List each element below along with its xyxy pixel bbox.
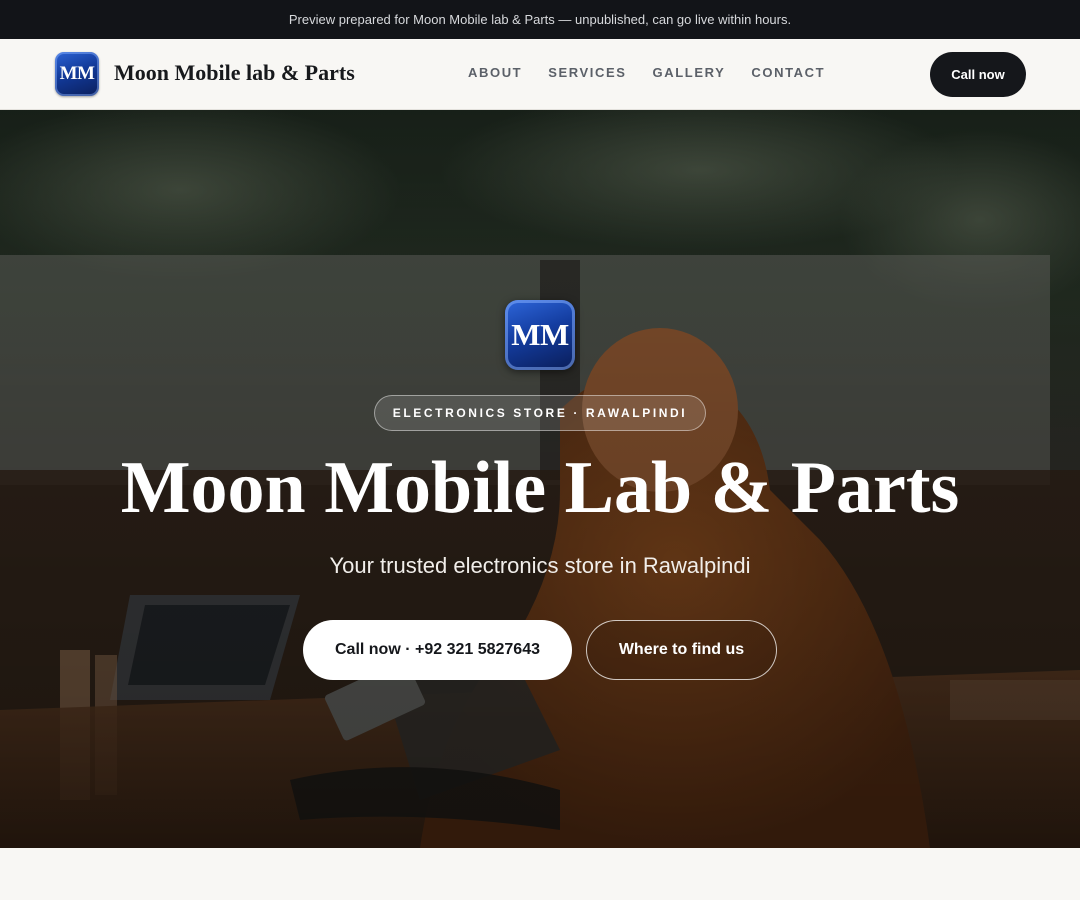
hero-call-now-button[interactable]: Call now · +92 321 5827643	[303, 620, 572, 680]
hero-section: MM ELECTRONICS STORE · RAWALPINDI Moon M…	[0, 110, 1080, 848]
hero-badge: ELECTRONICS STORE · RAWALPINDI	[374, 395, 706, 431]
hero-logo-text: MM	[511, 317, 569, 352]
brand-logo-icon[interactable]: MM	[55, 52, 99, 96]
header-call-now-button[interactable]: Call now	[930, 52, 1026, 97]
announcement-text: Preview prepared for Moon Mobile lab & P…	[288, 12, 792, 27]
hero-subtitle: Your trusted electronics store in Rawalp…	[329, 553, 751, 578]
hero-logo-icon: MM	[505, 300, 575, 370]
nav-link-services[interactable]: SERVICES	[548, 65, 626, 80]
nav-link-gallery[interactable]: GALLERY	[653, 65, 726, 80]
brand-logo-text: MM	[59, 63, 95, 84]
brand-name[interactable]: Moon Mobile lab & Parts	[114, 60, 355, 86]
main-nav: ABOUT SERVICES GALLERY CONTACT	[468, 65, 825, 80]
announcement-bar: Preview prepared for Moon Mobile lab & P…	[0, 0, 1080, 39]
nav-link-contact[interactable]: CONTACT	[751, 65, 825, 80]
site-header: MM Moon Mobile lab & Parts ABOUT SERVICE…	[0, 39, 1080, 110]
hero-title: Moon Mobile Lab & Parts	[120, 447, 960, 529]
nav-link-about[interactable]: ABOUT	[468, 65, 522, 80]
where-to-find-us-button[interactable]: Where to find us	[586, 620, 777, 680]
